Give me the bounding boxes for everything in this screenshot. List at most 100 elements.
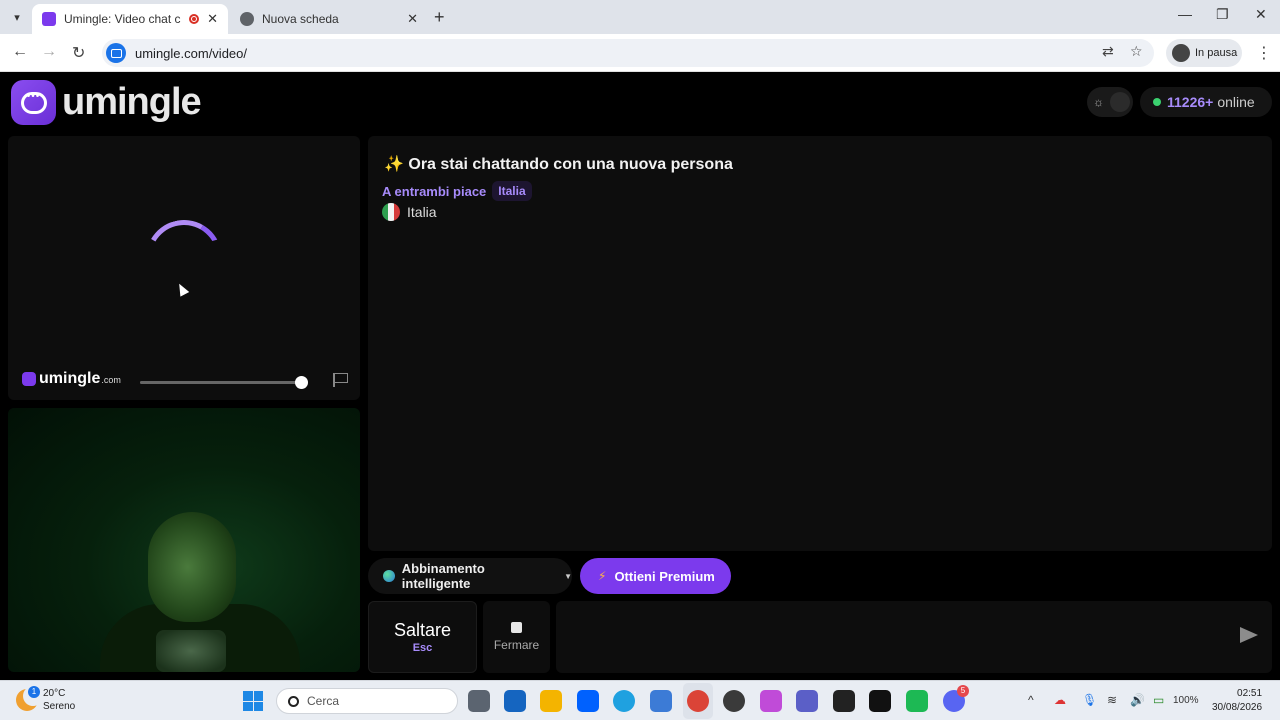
minimize-icon[interactable]: — [1178, 6, 1192, 22]
chrome-favicon-icon [240, 12, 254, 26]
wifi-icon[interactable]: ≋ [1107, 693, 1117, 707]
tab-search-button[interactable]: ▾ [6, 7, 28, 27]
stop-label: Fermare [493, 638, 540, 652]
search-placeholder: Cerca [307, 694, 340, 708]
windows-start-icon[interactable] [243, 691, 263, 711]
file-explorer-icon[interactable] [540, 690, 562, 712]
system-clock[interactable]: 02:51 30/08/2026 [1212, 687, 1262, 715]
show-hidden-icons-icon[interactable]: ^ [1028, 693, 1034, 707]
umingle-favicon-icon [42, 12, 56, 26]
microphone-icon[interactable]: 🎙 [1082, 693, 1097, 707]
get-premium-button[interactable]: ⚡ Ottieni Premium [580, 558, 731, 594]
person-head [148, 512, 236, 622]
volume-fill [140, 381, 300, 384]
bookmark-star-icon[interactable]: ☆ [1130, 43, 1143, 60]
chat-app-icon[interactable] [906, 690, 928, 712]
page-content: umingle ☼ 11226+ online umingle .com ✨ O… [0, 72, 1280, 680]
volume-thumb[interactable] [294, 376, 308, 389]
address-bar[interactable]: umingle.com/video/ ⇄ ☆ [102, 39, 1154, 67]
premium-label: Ottieni Premium [614, 568, 715, 584]
partner-country: Italia [382, 203, 437, 221]
amazon-icon[interactable] [833, 690, 855, 712]
restore-icon[interactable]: ❐ [1216, 6, 1229, 23]
browser-menu-icon[interactable]: ⋮ [1256, 43, 1272, 63]
report-flag-icon[interactable] [333, 373, 349, 387]
shirt-print [156, 630, 226, 672]
volume-icon[interactable]: 🔊 [1130, 693, 1145, 707]
translate-icon[interactable]: ⇄ [1102, 43, 1114, 60]
close-tab-icon[interactable]: ✕ [207, 11, 218, 27]
new-tab-button[interactable]: + [434, 7, 445, 28]
skip-label: Saltare [393, 620, 452, 640]
url-text: umingle.com/video/ [135, 45, 247, 61]
close-window-icon[interactable]: ✕ [1255, 6, 1267, 23]
close-tab-icon[interactable]: ✕ [407, 11, 418, 27]
watermark-text: umingle [39, 370, 101, 387]
camera-site-icon[interactable] [106, 43, 126, 63]
tab-title: Nuova scheda [262, 12, 339, 26]
country-name: Italia [407, 204, 437, 220]
stop-button[interactable]: Fermare [483, 601, 550, 673]
teams-icon[interactable] [796, 690, 818, 712]
video-watermark: umingle .com [22, 370, 121, 388]
theme-toggle[interactable]: ☼ [1087, 87, 1133, 117]
search-icon [288, 695, 299, 707]
send-icon[interactable] [1240, 627, 1258, 643]
chat-panel: ✨ Ora stai chattando con una nuova perso… [368, 136, 1272, 551]
globe-icon [383, 570, 395, 582]
mouse-cursor-icon [174, 281, 190, 297]
chat-status-title: ✨ Ora stai chattando con una nuova perso… [384, 156, 733, 173]
online-dot-icon [1153, 98, 1161, 106]
profile-button[interactable]: In pausa [1166, 39, 1242, 67]
capcut-icon[interactable] [869, 690, 891, 712]
shared-interests-label: A entrambi piace [382, 183, 487, 199]
recording-icon [189, 14, 200, 24]
forward-icon[interactable]: → [41, 43, 57, 61]
clock-date: 30/08/2026 [1212, 702, 1263, 713]
toggle-knob [1110, 92, 1130, 112]
skip-shortcut: Esc [412, 642, 433, 654]
weather-desc: Sereno [43, 701, 76, 712]
interest-tag: Italia [492, 181, 532, 201]
self-camera-view [8, 408, 360, 672]
tab-umingle[interactable]: Umingle: Video chat con sc ✕ [32, 4, 228, 34]
obs-icon[interactable] [723, 690, 745, 712]
online-counter: 11226+ online [1140, 87, 1272, 117]
dropbox-icon[interactable] [577, 690, 599, 712]
watermark-domain: .com [101, 375, 121, 385]
browser-toolbar: ← → ↻ umingle.com/video/ ⇄ ☆ In pausa ⋮ [0, 34, 1280, 72]
umingle-watermark-icon [22, 372, 36, 386]
reload-icon[interactable]: ↻ [72, 43, 85, 63]
site-logo[interactable]: umingle [11, 80, 202, 125]
message-input[interactable] [556, 601, 1216, 673]
profile-label: In pausa [1195, 47, 1238, 59]
cloud-sync-icon[interactable]: ☁ [1054, 693, 1066, 707]
chrome-icon[interactable] [687, 690, 709, 712]
weather-temp: 20°C [43, 688, 66, 699]
edge-icon[interactable] [613, 690, 635, 712]
chevron-down-icon: ▼ [564, 571, 572, 581]
outlook-icon[interactable] [504, 690, 526, 712]
copilot-icon[interactable] [760, 690, 782, 712]
shared-interests: A entrambi piace Italia [382, 181, 532, 201]
store-icon[interactable] [650, 690, 672, 712]
taskbar: 1 20°C Sereno Cerca 5 ^ ☁ 🎙 ≋ 🔊 ▭ 100% 0… [0, 680, 1280, 720]
tab-new[interactable]: Nuova scheda ✕ [230, 4, 428, 34]
task-view-icon[interactable] [468, 690, 490, 712]
skip-button[interactable]: Saltare Esc [368, 601, 477, 673]
volume-slider[interactable] [140, 376, 308, 389]
weather-widget[interactable]: 1 20°C Sereno [16, 686, 76, 713]
sun-icon: ☼ [1093, 95, 1104, 109]
tab-title: Umingle: Video chat con sc [64, 12, 181, 26]
smart-matching-dropdown[interactable]: Abbinamento intelligente ▼ [368, 558, 572, 594]
italy-flag-icon [382, 203, 400, 221]
online-count: 11226+ [1167, 94, 1214, 110]
battery-icon[interactable]: ▭ [1153, 693, 1164, 707]
back-icon[interactable]: ← [12, 43, 28, 61]
lightning-icon: ⚡ [598, 569, 607, 583]
clock-time: 02:51 [1237, 688, 1263, 699]
discord-notification-badge: 5 [957, 685, 969, 697]
battery-percent: 100% [1173, 695, 1199, 706]
avatar [1172, 44, 1190, 62]
taskbar-search[interactable]: Cerca [276, 688, 458, 714]
